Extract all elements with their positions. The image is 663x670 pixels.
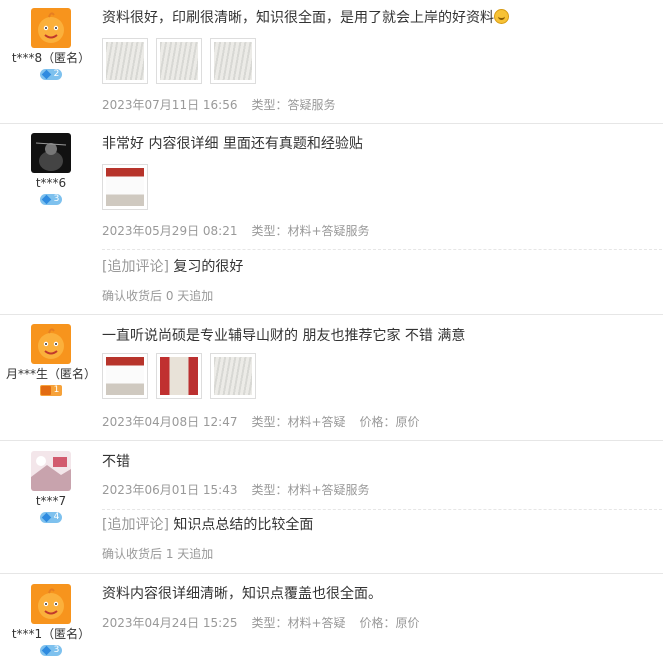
append-review-meta: 确认收货后 0 天追加: [102, 289, 214, 303]
review-photo-thumbnail[interactable]: [102, 353, 148, 399]
append-review: [追加评论] 知识点总结的比较全面: [102, 516, 313, 534]
review-date: 2023年04月24日 15:25: [102, 616, 238, 630]
reviewer-info: t***7 4: [0, 451, 102, 523]
reviewer-name: t***1（匿名）: [11, 627, 91, 641]
review-meta: 2023年05月29日 08:21 类型：材料+答疑服务: [102, 224, 384, 238]
review-item: t***6 3 非常好 内容很详细 里面还有真题和经验贴 2023年05月29日…: [0, 124, 663, 315]
review-item: 月***生（匿名） 1 一直听说尚硕是专业辅导山财的 朋友也推荐它家 不错 满意…: [0, 315, 663, 441]
reviewer-name: 月***生（匿名）: [5, 367, 96, 381]
review-text: 一直听说尚硕是专业辅导山财的 朋友也推荐它家 不错 满意: [102, 328, 466, 344]
review-item: t***7 4 不错 2023年06月01日 15:43 类型：材料+答疑服务 […: [0, 441, 663, 574]
review-text: 资料内容很详细清晰，知识点覆盖也很全面。: [102, 586, 382, 602]
review-photo-thumbnail[interactable]: [156, 38, 202, 84]
reviewer-name: t***6: [35, 176, 67, 190]
level-badge: 1: [39, 385, 63, 396]
review-item: t***8（匿名） 2 资料很好，印刷很清晰，知识很全面，是用了就会上岸的好资料…: [0, 0, 663, 124]
append-divider: [102, 509, 662, 510]
review-type: 类型：材料+答疑服务: [251, 224, 370, 238]
append-review-text: 复习的很好: [173, 259, 244, 275]
reviewer-info: 月***生（匿名） 1: [0, 324, 102, 396]
reviewer-name: t***8（匿名）: [11, 51, 91, 65]
review-content: 非常好 内容很详细 里面还有真题和经验贴 2023年05月29日 08:21 类型…: [102, 135, 662, 303]
review-text: 资料很好，印刷很清晰，知识很全面，是用了就会上岸的好资料: [102, 9, 662, 27]
review-date: 2023年06月01日 15:43: [102, 483, 238, 497]
review-meta: 2023年04月08日 12:47 类型：材料+答疑 价格：原价: [102, 415, 434, 429]
append-review-tag: [追加评论]: [102, 517, 169, 533]
review-photo-thumbnail[interactable]: [102, 164, 148, 210]
review-content: 不错 2023年06月01日 15:43 类型：材料+答疑服务 [追加评论] 知识…: [102, 453, 662, 561]
review-date: 2023年07月11日 16:56: [102, 98, 238, 112]
user-avatar-icon[interactable]: [31, 451, 71, 491]
review-text: 不错: [102, 454, 130, 470]
review-date: 2023年04月08日 12:47: [102, 415, 238, 429]
review-photos: [102, 38, 256, 84]
review-content: 一直听说尚硕是专业辅导山财的 朋友也推荐它家 不错 满意 2023年04月08日…: [102, 327, 662, 429]
reviewer-info: t***6 3: [0, 133, 102, 205]
smile-emoji-icon: [494, 9, 509, 24]
review-item: t***1（匿名） 3 资料内容很详细清晰，知识点覆盖也很全面。 2023年04…: [0, 574, 663, 670]
reviewer-info: t***1（匿名） 3: [0, 584, 102, 656]
review-photo-thumbnail[interactable]: [210, 38, 256, 84]
review-meta: 2023年04月24日 15:25 类型：材料+答疑 价格：原价: [102, 616, 434, 630]
append-divider: [102, 249, 662, 250]
default-avatar-icon[interactable]: [31, 324, 71, 364]
vip-level-badge: 4: [39, 512, 63, 523]
review-photo-thumbnail[interactable]: [156, 353, 202, 399]
user-avatar-icon[interactable]: [31, 133, 71, 173]
review-type: 类型：材料+答疑: [251, 415, 346, 429]
default-avatar-icon[interactable]: [31, 8, 71, 48]
reviewer-info: t***8（匿名） 2: [0, 8, 102, 80]
append-review-tag: [追加评论]: [102, 259, 169, 275]
review-date: 2023年05月29日 08:21: [102, 224, 238, 238]
review-price: 价格：原价: [359, 415, 420, 429]
append-review-meta: 确认收货后 1 天追加: [102, 547, 214, 561]
review-content: 资料内容很详细清晰，知识点覆盖也很全面。 2023年04月24日 15:25 类型…: [102, 585, 662, 630]
review-content: 资料很好，印刷很清晰，知识很全面，是用了就会上岸的好资料 2023年07月11日…: [102, 9, 662, 112]
review-text: 非常好 内容很详细 里面还有真题和经验贴: [102, 136, 363, 152]
review-photo-thumbnail[interactable]: [210, 353, 256, 399]
review-photos: [102, 353, 256, 399]
review-photo-thumbnail[interactable]: [102, 38, 148, 84]
default-avatar-icon[interactable]: [31, 584, 71, 624]
review-type: 类型：材料+答疑服务: [251, 483, 370, 497]
append-review-text: 知识点总结的比较全面: [173, 517, 314, 533]
review-type: 类型：答疑服务: [251, 98, 336, 112]
vip-level-badge: 3: [39, 645, 63, 656]
review-meta: 2023年07月11日 16:56 类型：答疑服务: [102, 98, 350, 112]
append-review: [追加评论] 复习的很好: [102, 258, 243, 276]
vip-level-badge: 2: [39, 69, 63, 80]
review-photos: [102, 164, 148, 210]
reviewer-name: t***7: [35, 494, 67, 508]
review-price: 价格：原价: [359, 616, 420, 630]
review-type: 类型：材料+答疑: [251, 616, 346, 630]
vip-level-badge: 3: [39, 194, 63, 205]
review-meta: 2023年06月01日 15:43 类型：材料+答疑服务: [102, 483, 384, 497]
